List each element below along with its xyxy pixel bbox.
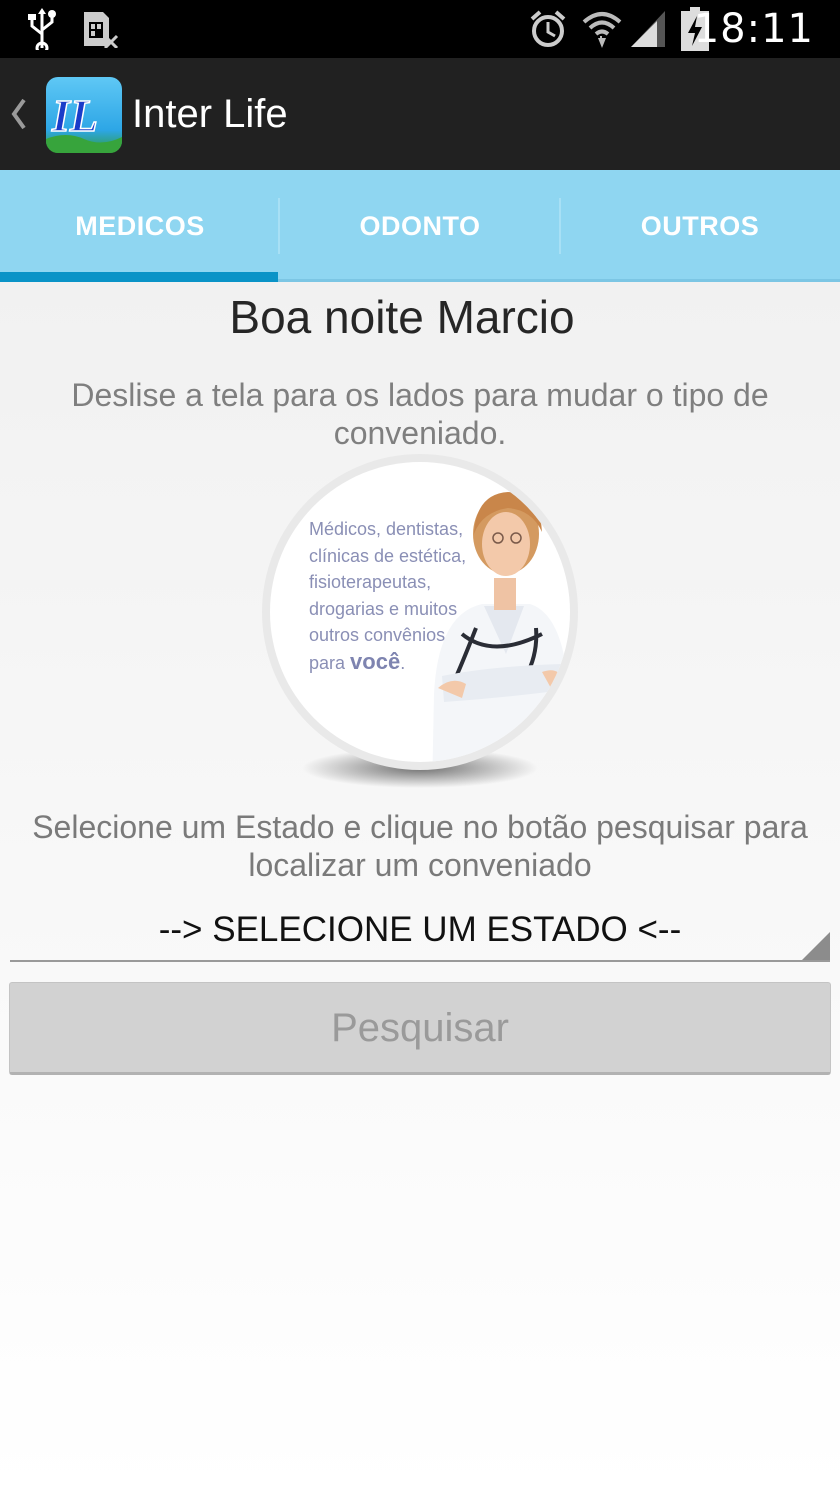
tab-medicos[interactable]: MEDICOS — [0, 170, 280, 282]
tab-outros[interactable]: OUTROS — [560, 170, 840, 282]
promo-banner: Médicos, dentistas, clínicas de estética… — [262, 454, 578, 794]
selected-tab-indicator — [0, 272, 278, 282]
content-area: Boa noite Marcio Deslise a tela para os … — [0, 282, 840, 1493]
action-bar: IL Inter Life — [0, 58, 840, 170]
status-bar: 18:11 — [0, 0, 840, 58]
signal-icon — [628, 0, 668, 58]
swipe-hint: Deslise a tela para os lados para mudar … — [71, 377, 769, 451]
search-button[interactable]: Pesquisar — [9, 982, 831, 1075]
search-instruction: Selecione um Estado e clique no botão pe… — [32, 809, 808, 883]
banner-text: Médicos, dentistas, clínicas de estética… — [309, 519, 467, 674]
svg-text:IL: IL — [51, 90, 98, 141]
greeting: Boa noite Marcio — [229, 291, 575, 343]
app-logo[interactable]: IL — [46, 77, 122, 153]
dropdown-arrow-icon — [802, 932, 830, 960]
alarm-icon — [526, 0, 570, 58]
clock: 18:11 — [693, 6, 814, 52]
wifi-icon — [580, 0, 624, 58]
usb-icon — [26, 0, 58, 58]
app-title: Inter Life — [132, 92, 288, 136]
tab-odonto[interactable]: ODONTO — [280, 170, 560, 282]
sim-missing-icon — [80, 0, 120, 58]
state-select[interactable]: --> SELECIONE UM ESTADO <-- — [10, 902, 830, 962]
back-chevron-icon[interactable] — [6, 58, 32, 170]
state-select-value: --> SELECIONE UM ESTADO <-- — [158, 910, 682, 949]
tab-bar: MEDICOS ODONTO OUTROS — [0, 170, 840, 282]
